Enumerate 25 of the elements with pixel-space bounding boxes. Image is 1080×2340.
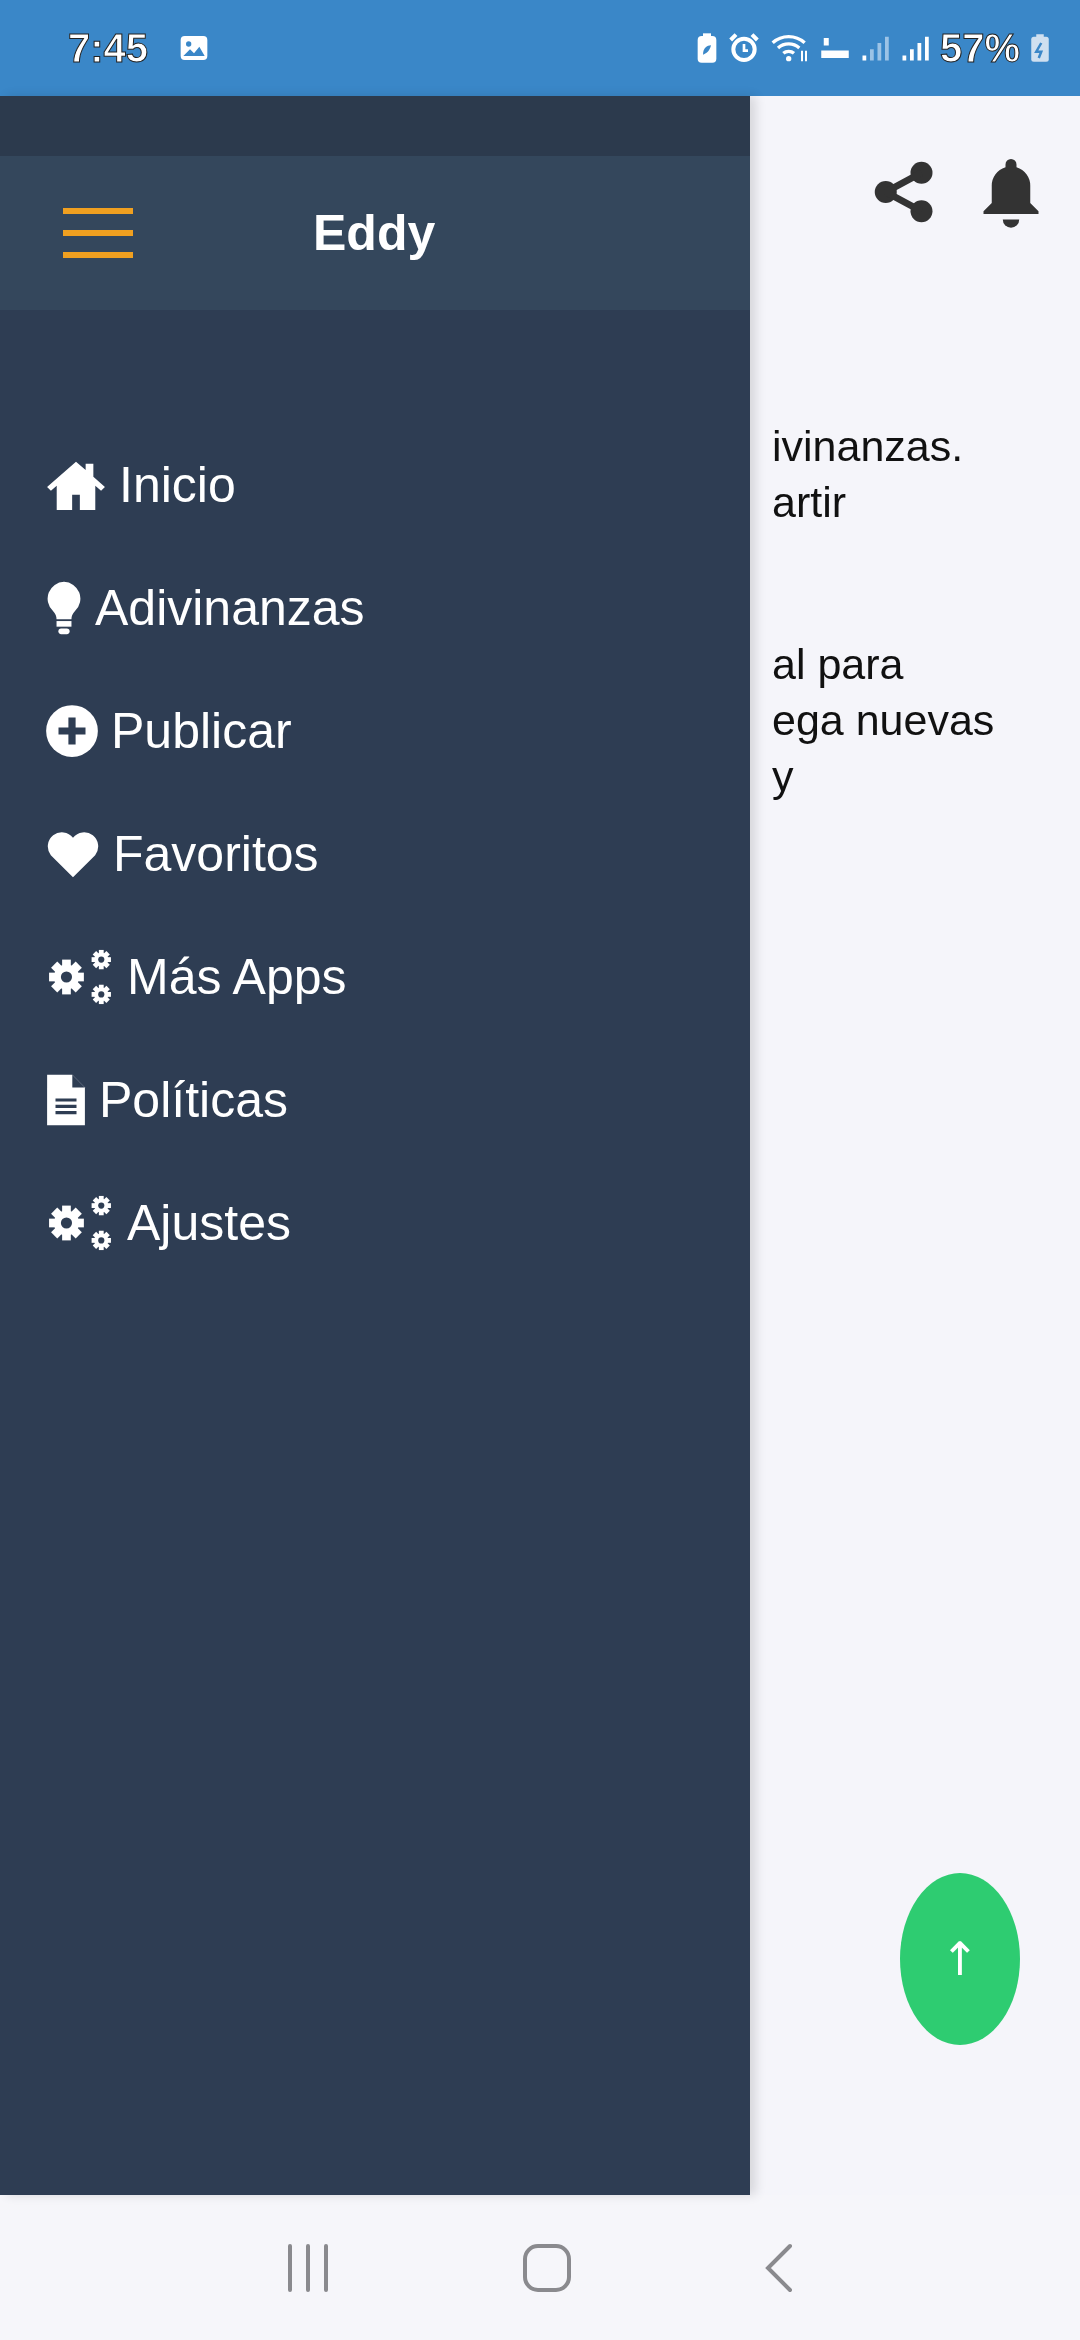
body-text-line: ivinanzas. [772, 421, 965, 472]
drawer-menu-item[interactable]: Más Apps [45, 942, 347, 1011]
clock: 7:45 [68, 25, 149, 71]
body-text-line: y [772, 751, 795, 802]
drawer-menu-item[interactable]: Políticas [45, 1065, 288, 1134]
battery-charging-icon [1030, 33, 1050, 63]
battery-percentage: 57% [939, 25, 1020, 71]
alarm-icon [727, 32, 760, 64]
wifi-icon [769, 32, 810, 64]
menu-icon[interactable] [63, 208, 133, 258]
back-icon[interactable] [764, 2242, 794, 2293]
recent-apps-icon[interactable] [286, 2242, 330, 2293]
drawer-title: Eddy [313, 204, 436, 262]
drawer-menu-item[interactable]: Publicar [45, 696, 292, 765]
add-circle-icon [45, 703, 99, 758]
lightbulb-icon [45, 579, 83, 636]
drawer-menu-item[interactable]: Adivinanzas [45, 573, 365, 642]
body-text-line: ega nuevas [772, 695, 996, 746]
body-text-line: artir [772, 477, 848, 528]
home-icon[interactable] [522, 2242, 572, 2293]
drawer-menu-item[interactable]: Ajustes [45, 1188, 291, 1257]
battery-saver-icon [695, 32, 718, 64]
drawer-menu-item[interactable]: Favoritos [45, 819, 319, 888]
body-text-line: al para [772, 639, 905, 690]
drawer-menu-item[interactable]: Inicio [45, 450, 236, 519]
